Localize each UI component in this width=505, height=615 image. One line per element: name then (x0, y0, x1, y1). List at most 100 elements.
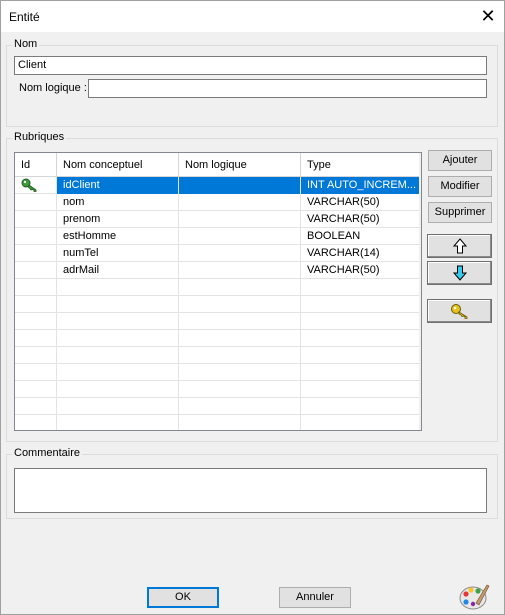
table-row[interactable]: idClient INT AUTO_INCREM... (15, 177, 420, 194)
logical-name-cell (179, 211, 301, 228)
window-title: Entité (9, 10, 40, 24)
table-scroll-edge (419, 153, 421, 430)
empty-table-row[interactable] (15, 364, 420, 381)
add-button[interactable]: Ajouter (428, 150, 492, 171)
id-cell (15, 262, 57, 279)
type-cell (301, 415, 420, 430)
logical-name-cell (179, 364, 301, 381)
empty-table-row[interactable] (15, 381, 420, 398)
cancel-button[interactable]: Annuler (279, 587, 351, 608)
type-cell: BOOLEAN (301, 228, 420, 245)
type-cell (301, 279, 420, 296)
logical-name-cell (179, 194, 301, 211)
empty-table-row[interactable] (15, 330, 420, 347)
concept-name-cell: nom (57, 194, 179, 211)
empty-table-row[interactable] (15, 415, 420, 430)
type-cell (301, 381, 420, 398)
concept-name-cell: estHomme (57, 228, 179, 245)
id-cell (15, 364, 57, 381)
ok-button[interactable]: OK (147, 587, 219, 608)
id-cell (15, 177, 57, 194)
type-cell (301, 330, 420, 347)
key-icon (450, 304, 467, 319)
column-header-id[interactable]: Id (15, 153, 57, 177)
type-cell (301, 347, 420, 364)
empty-table-row[interactable] (15, 313, 420, 330)
arrow-down-icon (452, 265, 467, 281)
column-header-concept[interactable]: Nom conceptuel (57, 153, 179, 177)
id-cell (15, 211, 57, 228)
column-header-type[interactable]: Type (301, 153, 420, 177)
concept-name-cell: prenom (57, 211, 179, 228)
id-cell (15, 245, 57, 262)
id-cell (15, 415, 57, 430)
logical-name-cell (179, 279, 301, 296)
id-cell (15, 279, 57, 296)
type-cell: VARCHAR(50) (301, 194, 420, 211)
move-down-button[interactable] (427, 261, 492, 285)
name-field[interactable]: Client (14, 56, 487, 75)
concept-name-cell (57, 364, 179, 381)
move-up-button[interactable] (427, 234, 492, 258)
logical-name-cell (179, 296, 301, 313)
fields-table[interactable]: Id Nom conceptuel Nom logique Type idCli… (14, 152, 422, 431)
title-bar: Entité ✕ (1, 1, 504, 32)
concept-name-cell: idClient (57, 177, 179, 194)
id-cell (15, 296, 57, 313)
id-cell (15, 228, 57, 245)
logical-name-cell (179, 415, 301, 430)
comment-field[interactable] (14, 468, 487, 513)
edit-button[interactable]: Modifier (428, 176, 492, 197)
fields-table-body: Id Nom conceptuel Nom logique Type idCli… (15, 153, 420, 430)
table-row[interactable]: prenom VARCHAR(50) (15, 211, 420, 228)
table-row[interactable]: nom VARCHAR(50) (15, 194, 420, 211)
logical-name-field[interactable] (88, 79, 487, 98)
table-row[interactable]: adrMail VARCHAR(50) (15, 262, 420, 279)
concept-name-cell (57, 398, 179, 415)
column-header-logical[interactable]: Nom logique (179, 153, 301, 177)
id-cell (15, 313, 57, 330)
logical-name-cell (179, 228, 301, 245)
type-cell: VARCHAR(14) (301, 245, 420, 262)
empty-table-row[interactable] (15, 296, 420, 313)
table-row[interactable]: estHomme BOOLEAN (15, 228, 420, 245)
type-cell: VARCHAR(50) (301, 262, 420, 279)
logical-name-cell (179, 313, 301, 330)
logical-name-label: Nom logique : (19, 82, 87, 94)
empty-table-row[interactable] (15, 398, 420, 415)
id-cell (15, 194, 57, 211)
id-cell (15, 347, 57, 364)
logical-name-cell (179, 245, 301, 262)
id-cell (15, 381, 57, 398)
type-cell (301, 398, 420, 415)
primary-key-icon (21, 178, 37, 192)
concept-name-cell (57, 330, 179, 347)
comment-group-legend: Commentaire (12, 447, 83, 459)
concept-name-cell (57, 279, 179, 296)
type-cell: INT AUTO_INCREM... (301, 177, 420, 194)
type-cell (301, 296, 420, 313)
table-row[interactable]: numTel VARCHAR(14) (15, 245, 420, 262)
logical-name-cell (179, 262, 301, 279)
arrow-up-icon (452, 238, 467, 254)
logical-name-cell (179, 381, 301, 398)
set-key-button[interactable] (427, 299, 492, 323)
delete-button[interactable]: Supprimer (428, 202, 492, 223)
palette-icon[interactable] (458, 581, 490, 611)
id-cell (15, 330, 57, 347)
logical-name-cell (179, 177, 301, 194)
logical-name-cell (179, 398, 301, 415)
type-cell: VARCHAR(50) (301, 211, 420, 228)
id-cell (15, 398, 57, 415)
concept-name-cell (57, 313, 179, 330)
close-icon[interactable]: ✕ (472, 1, 504, 32)
empty-table-row[interactable] (15, 279, 420, 296)
entity-dialog: Entité ✕ Nom Client Nom logique : Rubriq… (0, 0, 505, 615)
concept-name-cell: numTel (57, 245, 179, 262)
fields-group-legend: Rubriques (12, 131, 67, 143)
name-group-legend: Nom (12, 38, 40, 50)
concept-name-cell (57, 381, 179, 398)
concept-name-cell (57, 296, 179, 313)
concept-name-cell (57, 347, 179, 364)
empty-table-row[interactable] (15, 347, 420, 364)
